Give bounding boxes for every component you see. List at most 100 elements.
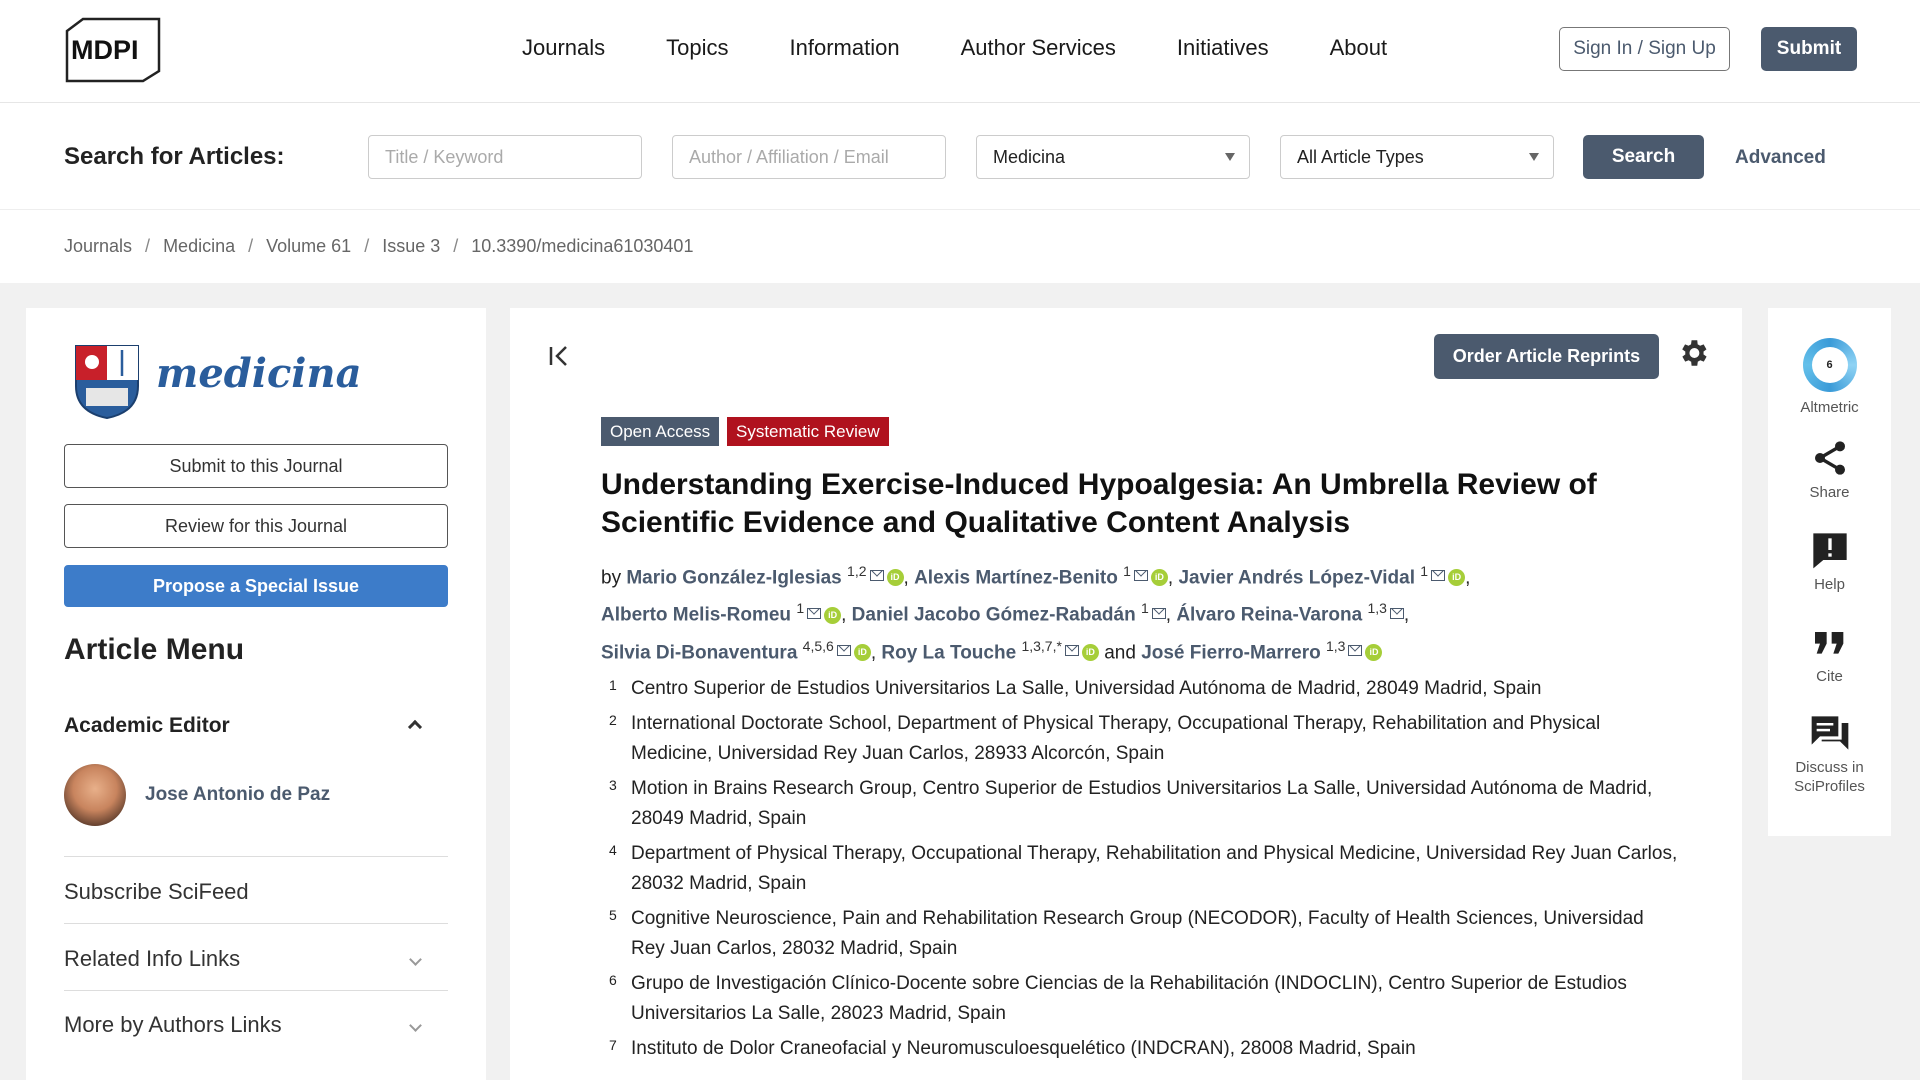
author-link[interactable]: Daniel Jacobo Gómez-Rabadán	[852, 605, 1136, 626]
cite-button[interactable]: Cite	[1768, 622, 1891, 686]
chevron-down-icon[interactable]	[409, 953, 422, 966]
author-link[interactable]: Álvaro Reina-Varona	[1176, 605, 1362, 626]
orcid-icon[interactable]: iD	[853, 643, 871, 661]
open-access-badge[interactable]: Open Access	[601, 417, 720, 446]
order-reprints-button[interactable]: Order Article Reprints	[1434, 334, 1659, 379]
main-nav: Journals Topics Information Author Servi…	[522, 35, 1448, 61]
chevron-up-icon[interactable]	[407, 719, 423, 735]
altmetric-widget[interactable]: 6 Altmetric	[1768, 308, 1891, 417]
orcid-icon[interactable]: iD	[1365, 643, 1383, 661]
breadcrumb-journals[interactable]: Journals	[64, 236, 132, 257]
affiliation-list: 1 Centro Superior de Estudios Universitar…	[601, 674, 1681, 1069]
author-link[interactable]: Alexis Martínez-Benito	[914, 567, 1118, 588]
author-link[interactable]: Mario González-Iglesias	[626, 567, 841, 588]
email-icon[interactable]	[807, 607, 822, 619]
article-type-select[interactable]: All Article Types	[1280, 135, 1554, 179]
share-icon	[1814, 441, 1845, 475]
collapse-sidebar-icon[interactable]	[547, 344, 571, 368]
orcid-icon[interactable]: iD	[886, 569, 904, 587]
author-list: by Mario González-Iglesias 1,2 iD, Alexis…	[601, 563, 1471, 663]
author-link[interactable]: Javier Andrés López-Vidal	[1178, 567, 1415, 588]
search-label: Search for Articles:	[64, 143, 285, 170]
quote-icon	[1814, 632, 1843, 654]
breadcrumb-medicina[interactable]: Medicina	[163, 236, 235, 257]
journal-select[interactable]: Medicina	[976, 135, 1250, 179]
right-toolbar: 6 Altmetric Share Help Cite Discuss in S…	[1768, 308, 1891, 836]
nav-topics[interactable]: Topics	[666, 35, 728, 61]
nav-initiatives[interactable]: Initiatives	[1177, 35, 1269, 61]
email-icon[interactable]	[1064, 644, 1079, 656]
divider	[64, 923, 448, 924]
nav-journals[interactable]: Journals	[522, 35, 605, 61]
author-input[interactable]	[672, 135, 946, 179]
author-link[interactable]: Alberto Melis-Romeu	[601, 605, 791, 626]
breadcrumb-issue[interactable]: Issue 3	[382, 236, 440, 257]
related-info-links[interactable]: Related Info Links	[64, 946, 240, 972]
search-button[interactable]: Search	[1583, 135, 1704, 179]
left-sidebar: medicina Submit to this Journal Review f…	[26, 308, 486, 1080]
affiliation-item: 1 Centro Superior de Estudios Universitar…	[609, 677, 1542, 699]
advanced-search-link[interactable]: Advanced	[1735, 147, 1826, 169]
email-icon[interactable]	[869, 570, 884, 582]
chat-icon	[1811, 716, 1848, 750]
breadcrumb: Journals / Medicina / Volume 61/ Issue 3/ …	[64, 236, 694, 257]
author-link[interactable]: Silvia Di-Bonaventura	[601, 642, 797, 663]
breadcrumb-volume[interactable]: Volume 61	[266, 236, 351, 257]
chevron-down-icon[interactable]	[409, 1019, 422, 1032]
orcid-icon[interactable]: iD	[1448, 569, 1466, 587]
author-link[interactable]: José Fierro-Marrero	[1141, 642, 1321, 663]
editor-avatar[interactable]	[64, 764, 126, 826]
breadcrumb-doi: 10.3390/medicina61030401	[471, 236, 694, 256]
email-icon[interactable]	[1348, 644, 1363, 656]
submit-button[interactable]: Submit	[1761, 27, 1857, 71]
article-menu-heading: Article Menu	[64, 633, 245, 666]
journal-crest-icon	[75, 345, 139, 420]
email-icon[interactable]	[836, 644, 851, 656]
subscribe-scifeed-link[interactable]: Subscribe SciFeed	[64, 879, 249, 905]
divider	[64, 856, 448, 857]
academic-editor-heading[interactable]: Academic Editor	[64, 714, 230, 738]
journal-select-value: Medicina	[993, 147, 1066, 167]
affiliation-item: 5 Cognitive Neuroscience, Pain and Rehabi…	[609, 907, 1644, 959]
altmetric-donut-icon: 6	[1802, 338, 1857, 392]
email-icon[interactable]	[1133, 570, 1148, 582]
orcid-icon[interactable]: iD	[824, 606, 842, 624]
email-icon[interactable]	[1431, 570, 1446, 582]
caret-down-icon	[1529, 153, 1539, 161]
editor-name-link[interactable]: Jose Antonio de Paz	[145, 784, 330, 806]
discuss-sciprofiles-button[interactable]: Discuss in SciProfiles	[1768, 713, 1891, 796]
article-type-badge: Systematic Review	[727, 417, 889, 446]
gear-icon[interactable]	[1676, 336, 1710, 370]
email-icon[interactable]	[1389, 607, 1404, 619]
orcid-icon[interactable]: iD	[1150, 569, 1168, 587]
mdpi-logo[interactable]: MDPI	[63, 17, 163, 83]
propose-special-issue-button[interactable]: Propose a Special Issue	[64, 565, 448, 607]
help-icon	[1812, 533, 1847, 569]
article-type-select-value: All Article Types	[1297, 147, 1424, 167]
affiliation-item: 6 Grupo de Investigación Clínico-Docente …	[609, 972, 1627, 1024]
nav-information[interactable]: Information	[790, 35, 900, 61]
orcid-icon[interactable]: iD	[1081, 643, 1099, 661]
sign-in-button[interactable]: Sign In / Sign Up	[1559, 27, 1730, 71]
help-button[interactable]: Help	[1768, 530, 1891, 594]
top-header: MDPI Journals Topics Information Author …	[0, 0, 1920, 103]
share-button[interactable]: Share	[1768, 438, 1891, 502]
divider	[64, 990, 448, 991]
submit-to-journal-button[interactable]: Submit to this Journal	[64, 444, 448, 488]
email-icon[interactable]	[1151, 607, 1166, 619]
affiliation-item: 2 International Doctorate School, Departm…	[609, 712, 1601, 764]
article-panel: Order Article Reprints Open Access Syste…	[510, 308, 1742, 1080]
journal-name: medicina	[156, 350, 362, 397]
journal-logo[interactable]: medicina	[72, 340, 422, 420]
author-link[interactable]: Roy La Touche	[881, 642, 1016, 663]
affiliation-item: 7 Instituto de Dolor Craneofacial y Neuro…	[609, 1037, 1416, 1059]
more-by-authors-links[interactable]: More by Authors Links	[64, 1012, 282, 1038]
affiliation-item: 4 Department of Physical Therapy, Occupat…	[609, 842, 1678, 894]
keyword-input[interactable]	[368, 135, 642, 179]
nav-about[interactable]: About	[1330, 35, 1388, 61]
nav-author-services[interactable]: Author Services	[961, 35, 1116, 61]
svg-text:MDPI: MDPI	[71, 35, 139, 65]
affiliation-item: 3 Motion in Brains Research Group, Centro…	[609, 777, 1653, 829]
article-title: Understanding Exercise-Induced Hypoalges…	[601, 468, 1597, 539]
review-for-journal-button[interactable]: Review for this Journal	[64, 504, 448, 548]
